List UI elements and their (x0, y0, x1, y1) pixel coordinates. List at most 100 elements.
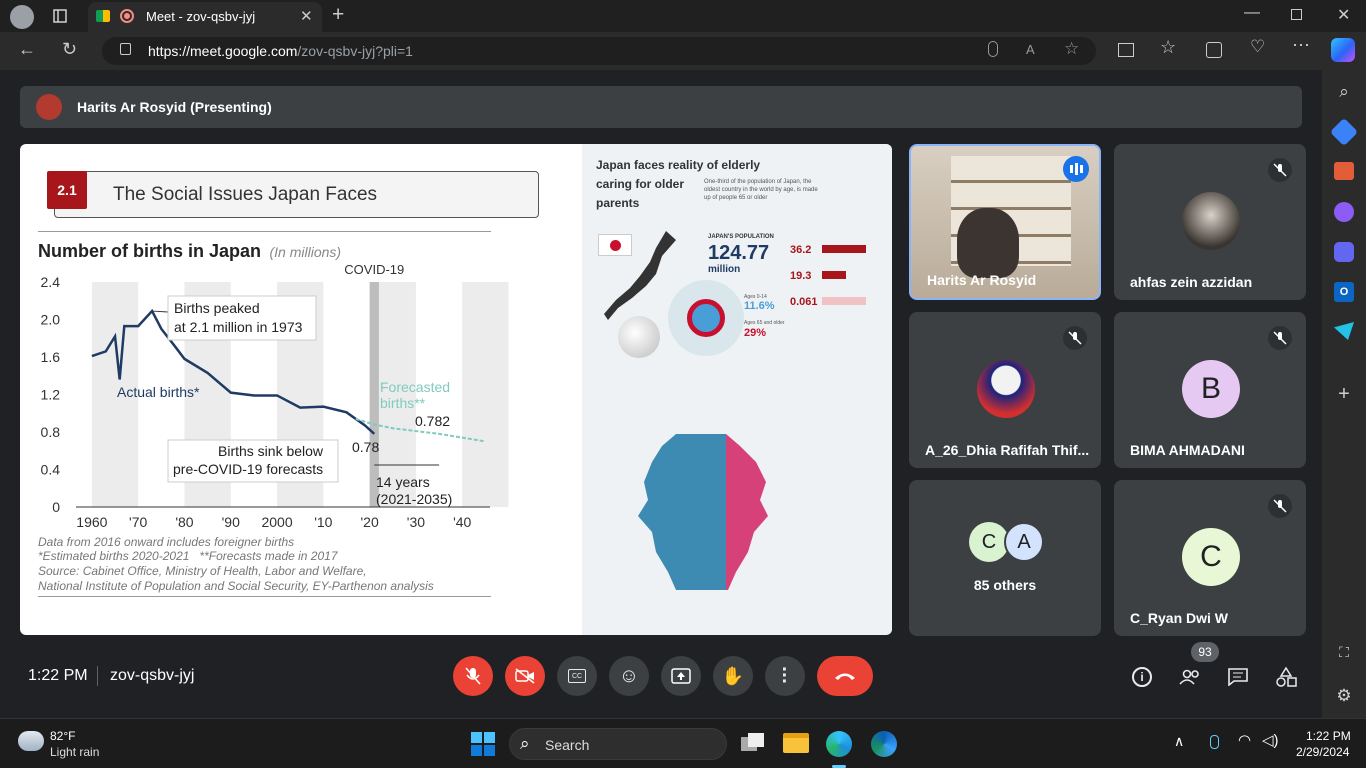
value-actual: 0.78 (352, 439, 379, 455)
tag-icon[interactable] (1329, 117, 1359, 147)
participant-tile-bima[interactable]: B BIMA AHMADANI (1114, 312, 1306, 468)
activities-button[interactable] (1271, 662, 1301, 692)
participant-head (957, 208, 1019, 278)
more-icon[interactable]: ⋯ (1292, 35, 1310, 56)
file-explorer-icon[interactable] (783, 733, 809, 753)
minimize-icon[interactable]: — (1244, 4, 1260, 22)
tools-icon[interactable] (1334, 162, 1354, 180)
reload-icon[interactable]: ↻ (62, 39, 77, 60)
hand-icon: ✋ (721, 665, 745, 686)
clock-date[interactable]: 2/29/2024 (1296, 745, 1349, 759)
meeting-details-button[interactable]: i (1127, 662, 1157, 692)
participant-tile-ryan[interactable]: C C_Ryan Dwi W (1114, 480, 1306, 636)
new-tab-icon[interactable]: + (332, 3, 344, 27)
back-icon[interactable]: ← (18, 39, 36, 60)
x-tick-label: 1960 (76, 514, 107, 530)
clock-time[interactable]: 1:22 PM (1306, 729, 1351, 743)
mic-off-icon (1268, 326, 1292, 350)
more-options-button[interactable]: · · · (765, 656, 805, 696)
favorites-icon[interactable]: ☆ (1160, 37, 1176, 58)
participant-tile-harits[interactable]: Harits Ar Rosyid (909, 144, 1101, 300)
read-aloud-icon[interactable]: A (1026, 42, 1035, 57)
age014-value: 11.6% (744, 300, 775, 312)
profile-icon[interactable] (10, 5, 34, 29)
tray-mic-icon[interactable] (1210, 735, 1219, 749)
chat-button[interactable] (1223, 662, 1253, 692)
search-icon[interactable]: ⌕ (1332, 80, 1356, 104)
x-tick-label: '90 (222, 514, 240, 530)
close-tab-icon[interactable]: ✕ (300, 7, 313, 25)
search-icon: ⌕ (520, 734, 530, 753)
tab-meet[interactable]: Meet - zov-qsbv-jyj ✕ (88, 2, 322, 32)
restore-icon[interactable] (1291, 9, 1302, 20)
x-tick-label: '70 (129, 514, 147, 530)
add-icon[interactable]: + (1334, 383, 1354, 405)
settings-icon[interactable]: ⚙ (1334, 686, 1354, 706)
outlook-icon[interactable]: O (1334, 282, 1354, 302)
section-number: 2.1 (47, 171, 87, 209)
y-tick-label: 0.8 (41, 424, 61, 440)
performance-icon[interactable]: ♡ (1250, 37, 1265, 57)
present-button[interactable] (661, 656, 701, 696)
speaking-icon (1063, 156, 1089, 182)
covid-label: COVID-19 (344, 262, 404, 277)
wifi-icon[interactable]: ◠ (1238, 731, 1251, 749)
y-tick-label: 2.4 (41, 274, 61, 290)
copilot-icon[interactable] (1331, 38, 1355, 62)
participant-tile-others[interactable]: C A 85 others (909, 480, 1101, 636)
leave-call-button[interactable] (817, 656, 873, 696)
mic-off-icon (1063, 326, 1087, 350)
close-window-icon[interactable]: ✕ (1337, 5, 1350, 25)
mic-off-icon (1268, 158, 1292, 182)
captions-button[interactable]: CC (557, 656, 597, 696)
favorite-icon[interactable]: ☆ (1064, 39, 1079, 59)
footnote-3: Source: Cabinet Office, Ministry of Heal… (38, 564, 367, 578)
tab-actions-icon[interactable] (50, 6, 70, 26)
participant-tile-dhia[interactable]: A_26_Dhia Rafifah Thif... (909, 312, 1101, 468)
task-view-icon[interactable] (741, 733, 765, 753)
mic-icon[interactable] (988, 41, 998, 57)
age75-value: 19.3 (790, 270, 812, 282)
y-tick-label: 0.4 (41, 462, 61, 478)
people-button[interactable] (1175, 662, 1205, 692)
infographic: Japan faces reality of elderly caring fo… (582, 144, 892, 635)
start-icon[interactable] (471, 732, 495, 756)
taskbar-search[interactable]: ⌕ Search (509, 728, 727, 760)
camera-toggle-button[interactable] (505, 656, 545, 696)
age65p-value: 29% (744, 327, 767, 339)
pop-value: 124.77 (708, 242, 770, 264)
actual-label: Actual births* (117, 384, 200, 400)
avatar: B (1182, 360, 1240, 418)
people-count-badge: 93 (1191, 642, 1219, 662)
url-host: https://meet.google.com (148, 43, 298, 59)
avatar: C (1182, 528, 1240, 586)
send-icon[interactable] (1334, 322, 1354, 340)
reactions-button[interactable]: ☺ (609, 656, 649, 696)
edge-icon[interactable] (871, 731, 897, 757)
address-bar[interactable]: https://meet.google.com/zov-qsbv-jyj?pli… (102, 37, 1096, 65)
edge-active-icon[interactable] (826, 731, 852, 757)
weather-icon[interactable] (18, 731, 44, 751)
meeting-time: 1:22 PM (28, 667, 88, 684)
collections-icon[interactable] (1206, 42, 1222, 58)
tray-chevron-icon[interactable]: ∧ (1174, 733, 1184, 750)
meeting-code: zov-qsbv-jyj (110, 667, 195, 684)
weather-temp[interactable]: 82°F (50, 729, 75, 743)
raise-hand-button[interactable]: ✋ (713, 656, 753, 696)
x-tick-label: 2000 (261, 514, 292, 530)
weather-desc[interactable]: Light rain (50, 745, 99, 759)
x-tick-label: '10 (314, 514, 332, 530)
mic-toggle-button[interactable] (453, 656, 493, 696)
participant-name: Harits Ar Rosyid (927, 272, 1037, 288)
age65p-label: Ages 65 and older (744, 320, 785, 326)
presenter-banner-text: Harits Ar Rosyid (Presenting) (77, 99, 272, 115)
volume-icon[interactable]: ◁) (1262, 731, 1279, 749)
y-tick-label: 1.6 (41, 349, 61, 365)
copilot-sidebar-icon[interactable] (1334, 242, 1354, 262)
split-screen-icon[interactable] (1118, 43, 1134, 57)
screenshot-icon[interactable]: ⛶ (1334, 642, 1354, 662)
info-title-2: caring for older (596, 177, 685, 191)
participant-tile-ahfas[interactable]: ahfas zein azzidan (1114, 144, 1306, 300)
forecast-label-2: births** (380, 395, 426, 411)
games-icon[interactable] (1334, 202, 1354, 222)
